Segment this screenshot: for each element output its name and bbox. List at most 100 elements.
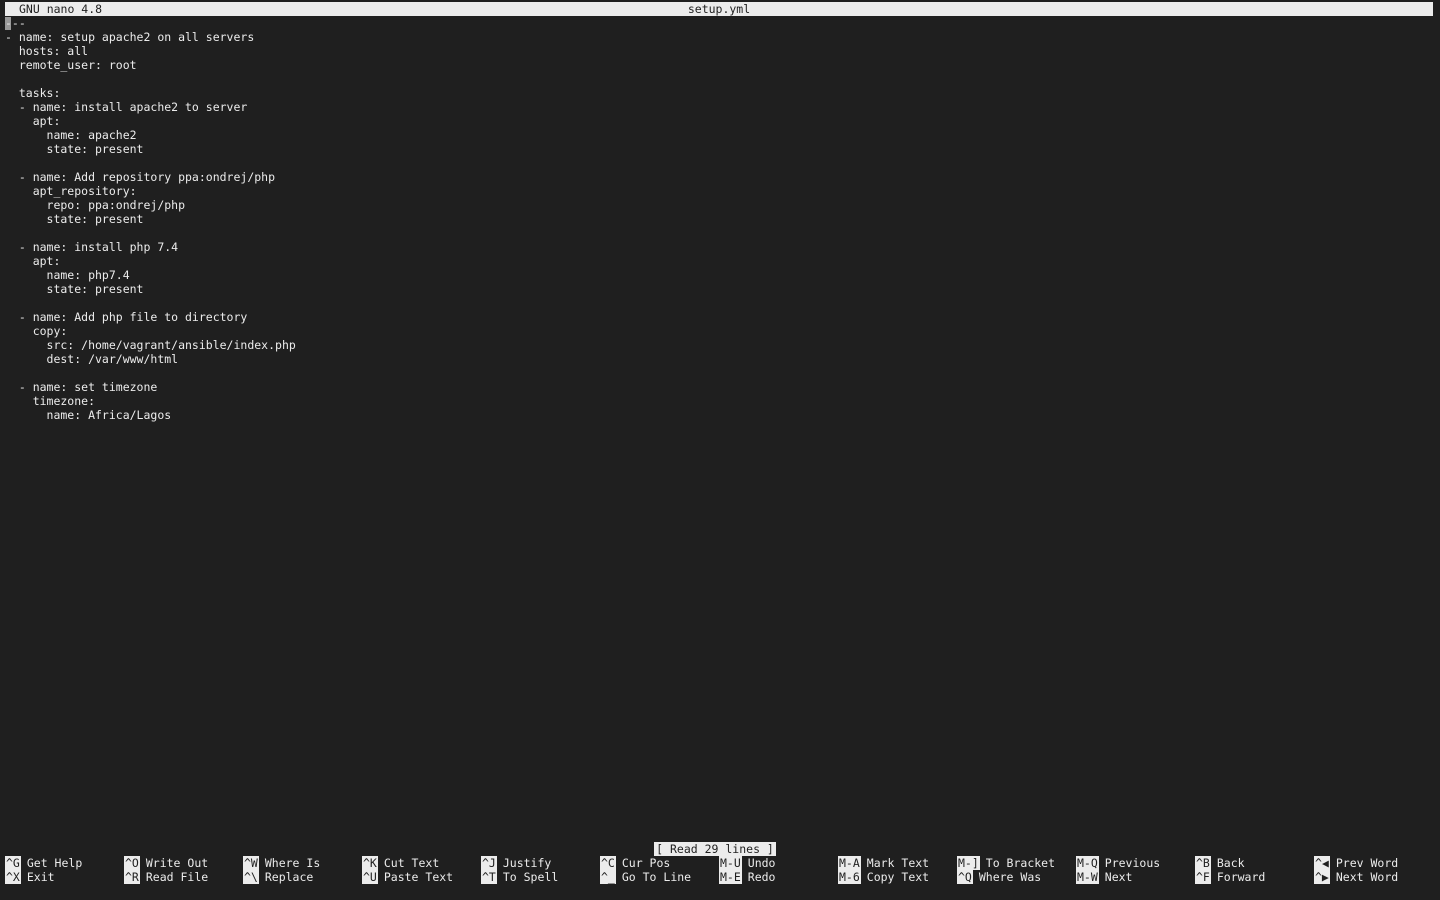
shortcut-item[interactable]: ^◀ Prev Word (1314, 856, 1398, 870)
editor-line[interactable]: copy: (5, 324, 1433, 338)
editor-line[interactable]: apt: (5, 114, 1433, 128)
shortcut-key: ^W (243, 856, 259, 870)
shortcut-item[interactable]: ^J Justify (481, 856, 551, 870)
shortcut-item[interactable]: ^O Write Out (124, 856, 208, 870)
editor-line[interactable] (5, 156, 1433, 170)
shortcut-label: Where Is (264, 856, 321, 870)
file-name: setup.yml (687, 2, 751, 16)
shortcut-item[interactable]: ^G Get Help (5, 856, 82, 870)
shortcut-key: M-6 (838, 870, 861, 884)
editor-line-text: - name: Add php file to directory (5, 310, 248, 324)
shortcut-item[interactable]: ^U Paste Text (362, 870, 453, 884)
shortcut-label: Next (1104, 870, 1133, 884)
editor-line[interactable] (5, 226, 1433, 240)
shortcut-key: ^\ (243, 870, 259, 884)
editor-line[interactable]: name: php7.4 (5, 268, 1433, 282)
shortcut-item[interactable]: M-U Undo (719, 856, 775, 870)
editor-line[interactable]: - name: install apache2 to server (5, 100, 1433, 114)
shortcut-key: ^K (362, 856, 378, 870)
editor-line[interactable] (5, 366, 1433, 380)
shortcut-label: To Bracket (985, 856, 1056, 870)
editor-line[interactable]: timezone: (5, 394, 1433, 408)
shortcut-item[interactable]: ^▶ Next Word (1314, 870, 1398, 884)
editor-line[interactable]: - name: setup apache2 on all servers (5, 30, 1433, 44)
shortcut-key: ^_ (600, 870, 616, 884)
editor-line-text: - name: set timezone (5, 380, 158, 394)
shortcut-help: ^G Get Help ^O Write Out ^W Where Is ^K Cut Tex… (5, 856, 1435, 884)
shortcut-label: Mark Text (866, 856, 930, 870)
shortcut-item[interactable]: ^T To Spell (481, 870, 558, 884)
shortcut-label: Cur Pos (621, 856, 671, 870)
shortcut-item[interactable]: ^Q Where Was (957, 870, 1041, 884)
editor-line[interactable]: - name: set timezone (5, 380, 1433, 394)
shortcut-item[interactable]: M-A Mark Text (838, 856, 929, 870)
shortcut-item[interactable]: ^B Back (1195, 856, 1245, 870)
editor-line[interactable]: repo: ppa:ondrej/php (5, 198, 1433, 212)
shortcut-item[interactable]: ^\ Replace (243, 870, 313, 884)
shortcut-label: Redo (747, 870, 776, 884)
shortcut-label: Forward (1216, 870, 1266, 884)
editor-line[interactable]: - name: Add repository ppa:ondrej/php (5, 170, 1433, 184)
editor-line-text: apt: (5, 114, 61, 128)
shortcut-key: ^R (124, 870, 140, 884)
shortcut-key: ^U (362, 870, 378, 884)
shortcut-label: Read File (145, 870, 209, 884)
shortcut-item[interactable]: ^_ Go To Line (600, 870, 691, 884)
shortcut-item[interactable]: ^W Where Is (243, 856, 320, 870)
shortcut-item[interactable]: ^X Exit (5, 870, 55, 884)
shortcut-label: Next Word (1335, 870, 1399, 884)
editor-line[interactable]: state: present (5, 142, 1433, 156)
editor-buffer[interactable]: --- - name: setup apache2 on all servers … (5, 16, 1433, 422)
editor-line-text: src: /home/vagrant/ansible/index.php (5, 338, 296, 352)
shortcut-key: ^O (124, 856, 140, 870)
editor-line-text: hosts: all (5, 44, 89, 58)
shortcut-key: ^X (5, 870, 21, 884)
shortcut-item[interactable]: ^C Cur Pos (600, 856, 670, 870)
editor-line[interactable]: remote_user: root (5, 58, 1433, 72)
editor-line-text: - name: setup apache2 on all servers (5, 30, 255, 44)
shortcut-item[interactable]: M-Q Previous (1076, 856, 1160, 870)
editor-line[interactable]: state: present (5, 212, 1433, 226)
editor-line[interactable]: dest: /var/www/html (5, 352, 1433, 366)
editor-line[interactable]: state: present (5, 282, 1433, 296)
shortcut-item[interactable]: M-] To Bracket (957, 856, 1055, 870)
shortcut-label: Prev Word (1335, 856, 1399, 870)
editor-line[interactable]: src: /home/vagrant/ansible/index.php (5, 338, 1433, 352)
shortcut-key: M-Q (1076, 856, 1099, 870)
shortcut-label: Cut Text (383, 856, 440, 870)
shortcut-key: ^Q (957, 870, 973, 884)
shortcut-row-1: ^G Get Help ^O Write Out ^W Where Is ^K Cut Tex… (5, 856, 1435, 870)
editor-line-text: apt_repository: (5, 184, 137, 198)
status-message: [ Read 29 lines ] (654, 842, 776, 856)
editor-line[interactable]: tasks: (5, 86, 1433, 100)
editor-line[interactable]: hosts: all (5, 44, 1433, 58)
editor-line[interactable]: name: apache2 (5, 128, 1433, 142)
shortcut-label: Write Out (145, 856, 209, 870)
shortcut-key: ^T (481, 870, 497, 884)
shortcut-label: Justify (502, 856, 552, 870)
editor-line[interactable] (5, 296, 1433, 310)
shortcut-key: M-E (719, 870, 742, 884)
shortcut-label: Exit (26, 870, 55, 884)
shortcut-key: M-A (838, 856, 861, 870)
editor-line-text: remote_user: root (5, 58, 137, 72)
editor-line[interactable]: apt_repository: (5, 184, 1433, 198)
editor-line[interactable]: name: Africa/Lagos (5, 408, 1433, 422)
shortcut-item[interactable]: ^F Forward (1195, 870, 1265, 884)
shortcut-item[interactable]: M-W Next (1076, 870, 1132, 884)
shortcut-item[interactable]: M-E Redo (719, 870, 775, 884)
shortcut-item[interactable]: ^R Read File (124, 870, 208, 884)
editor-line-text: state: present (5, 282, 144, 296)
editor-line[interactable]: --- (5, 16, 1433, 30)
shortcut-label: Paste Text (383, 870, 454, 884)
shortcut-item[interactable]: ^K Cut Text (362, 856, 439, 870)
shortcut-label: To Spell (502, 870, 559, 884)
editor-line-text: - name: install php 7.4 (5, 240, 179, 254)
shortcut-key: ^F (1195, 870, 1211, 884)
editor-line[interactable] (5, 72, 1433, 86)
editor-line[interactable]: - name: Add php file to directory (5, 310, 1433, 324)
editor-line[interactable]: - name: install php 7.4 (5, 240, 1433, 254)
editor-line-text: dest: /var/www/html (5, 352, 179, 366)
editor-line[interactable]: apt: (5, 254, 1433, 268)
shortcut-item[interactable]: M-6 Copy Text (838, 870, 929, 884)
